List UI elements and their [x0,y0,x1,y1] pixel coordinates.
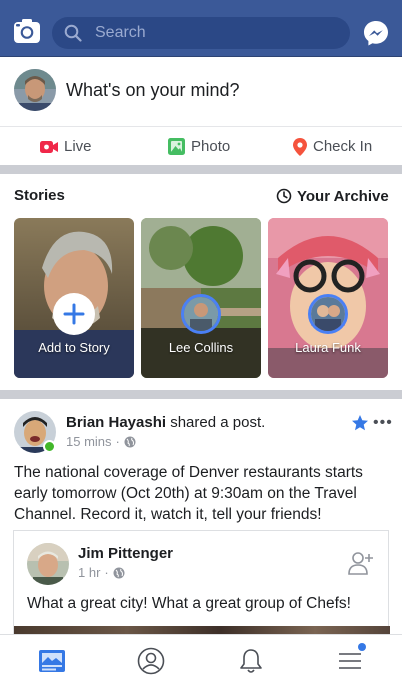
search-icon [64,24,82,42]
profile-icon[interactable] [137,647,165,675]
check-in-button[interactable]: Check In [293,127,372,166]
story-avatar [308,294,348,334]
star-icon[interactable] [351,414,369,432]
stories-title: Stories [14,187,65,204]
post-action: shared a post. [170,414,266,431]
archive-label: Your Archive [297,187,389,205]
bottom-tab-bar [0,634,402,688]
story-card-add[interactable]: Add to Story [14,218,134,378]
story-card[interactable]: Laura Funk [268,218,388,378]
photo-button[interactable]: Photo [168,127,230,166]
composer-prompt[interactable]: What's on your mind? [66,80,240,101]
live-label: Live [64,138,92,155]
section-divider [0,165,402,174]
post-header: Brian Hayashi shared a post. [66,414,265,431]
add-friend-icon[interactable] [348,551,374,575]
check-in-label: Check In [313,138,373,155]
shared-post-card[interactable]: Jim Pittenger 1 hr · What a great city! … [13,530,390,651]
your-archive-link[interactable]: Your Archive [276,186,389,206]
more-icon[interactable]: ••• [373,414,393,432]
add-story-button[interactable] [53,293,95,335]
camera-icon[interactable] [13,17,41,45]
notification-dot [358,643,366,651]
shared-post-text: What a great city! What a great group of… [27,595,351,612]
live-video-icon [40,140,58,153]
shared-author-avatar[interactable] [27,543,69,585]
location-pin-icon [293,137,307,156]
post-meta: 15 mins · [66,434,136,449]
section-divider [0,390,402,399]
author-name[interactable]: Brian Hayashi [66,414,166,431]
live-button[interactable]: Live [40,127,92,166]
story-label: Add to Story [38,340,110,355]
post-time[interactable]: 15 mins [66,434,112,449]
news-feed-icon[interactable] [38,647,66,675]
search-input[interactable]: Search [52,17,350,49]
globe-icon [113,567,125,578]
shared-meta: 1 hr · [78,565,125,580]
top-bar: Search [0,0,402,57]
story-avatar [181,294,221,334]
messenger-icon[interactable] [362,19,390,47]
composer-actions: Live Photo Check In [0,126,402,165]
meta-dot: · [115,434,120,449]
story-card[interactable]: Lee Collins [141,218,261,378]
menu-icon[interactable] [336,647,364,675]
clock-archive-icon [276,188,292,204]
plus-icon [63,303,85,325]
post-text: The national coverage of Denver restaura… [14,464,363,523]
shared-time[interactable]: 1 hr [78,565,100,580]
globe-icon [124,436,136,447]
photo-label: Photo [191,138,231,155]
bell-icon[interactable] [237,647,265,675]
online-status-dot [43,440,56,453]
story-label: Laura Funk [295,340,361,355]
search-placeholder: Search [95,24,146,41]
avatar[interactable] [14,69,56,111]
story-label: Lee Collins [168,340,234,355]
photo-icon [168,138,185,155]
shared-author-name[interactable]: Jim Pittenger [78,545,173,562]
meta-dot: · [104,565,109,580]
